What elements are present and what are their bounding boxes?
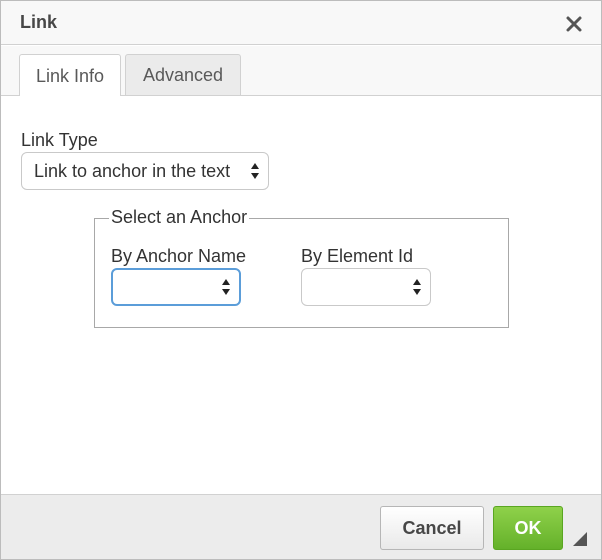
by-anchor-name-label: By Anchor Name xyxy=(111,246,247,266)
dialog-footer: Cancel OK xyxy=(1,494,601,559)
link-type-value: Link to anchor in the text xyxy=(34,160,231,181)
dialog-titlebar[interactable]: Link xyxy=(1,1,601,45)
resize-grip-icon[interactable] xyxy=(573,532,587,546)
select-arrows-icon xyxy=(221,278,231,296)
select-arrows-icon xyxy=(250,162,260,180)
tab-advanced[interactable]: Advanced xyxy=(125,54,241,95)
tab-content-link-info: Link Type Link to anchor in the text Sel… xyxy=(1,96,601,494)
tab-link-info-label: Link Info xyxy=(35,66,105,86)
ok-button[interactable]: OK xyxy=(493,506,563,550)
tab-advanced-label: Advanced xyxy=(142,64,224,85)
link-type-select[interactable]: Link to anchor in the text xyxy=(21,152,269,190)
dialog-title: Link xyxy=(20,12,58,32)
select-arrows-icon xyxy=(412,278,422,296)
close-icon[interactable] xyxy=(562,12,586,36)
tab-link-info[interactable]: Link Info xyxy=(19,54,121,98)
ok-button-label: OK xyxy=(514,517,542,538)
anchor-legend: Select an Anchor xyxy=(109,207,250,228)
tab-strip: Link Info Advanced xyxy=(1,46,601,98)
by-element-id-label: By Element Id xyxy=(301,246,414,266)
element-id-select[interactable] xyxy=(301,268,431,306)
anchor-name-select[interactable] xyxy=(111,268,241,306)
cancel-button[interactable]: Cancel xyxy=(380,506,484,550)
link-dialog: Link Link Info Advanced Link Type Link t… xyxy=(0,0,602,560)
cancel-button-label: Cancel xyxy=(402,517,462,538)
anchor-fieldset: Select an Anchor By Anchor Name By Eleme… xyxy=(94,207,509,328)
link-type-label: Link Type xyxy=(21,130,98,150)
